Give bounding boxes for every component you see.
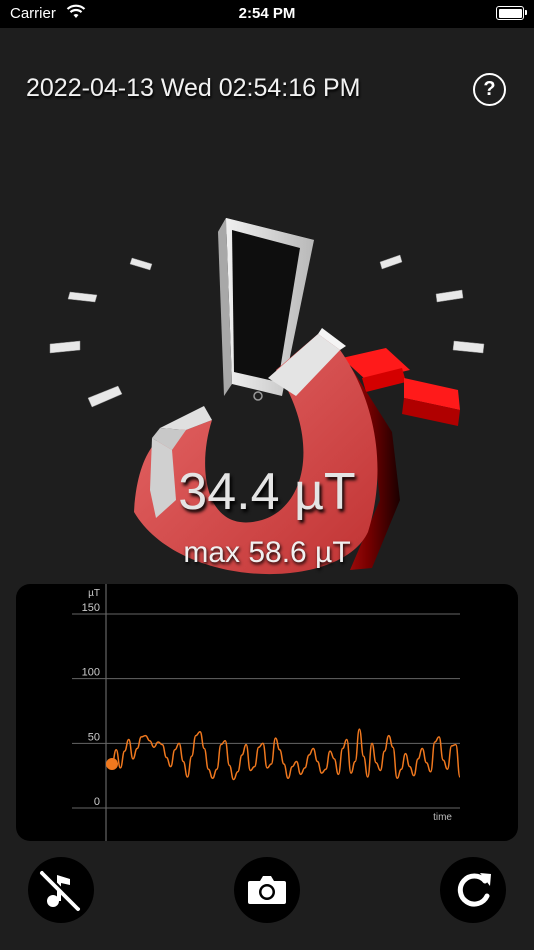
max-reading: max 58.6 µT [183,536,351,569]
help-button[interactable]: ? [473,73,506,106]
y-tick-label: 100 [82,667,100,679]
datetime-label: 2022-04-13 Wed 02:54:16 PM [26,74,361,102]
status-time: 2:54 PM [238,5,296,22]
screenshot-button[interactable] [234,857,300,923]
y-tick-label: 50 [88,731,100,743]
y-tick-label: 150 [82,602,100,614]
current-point [106,758,118,771]
mute-sound-button[interactable] [28,857,94,923]
magnet-illustration [49,218,485,575]
x-axis-label: time [433,812,452,823]
battery-icon [496,6,527,20]
current-reading: 34.4 µT [178,463,356,521]
camera-icon [248,876,286,904]
reset-icon [457,873,491,907]
reset-button[interactable] [440,857,506,923]
music-note-slash-icon [40,870,81,911]
series-line [111,728,461,781]
unit-label: µT [88,588,100,599]
status-bar: Carrier 2:54 PM [0,0,534,28]
field-chart: µT 150 100 50 0 time [72,584,461,841]
y-tick-label: 0 [94,796,100,808]
graph-panel: µT 150 100 50 0 time [16,584,518,841]
